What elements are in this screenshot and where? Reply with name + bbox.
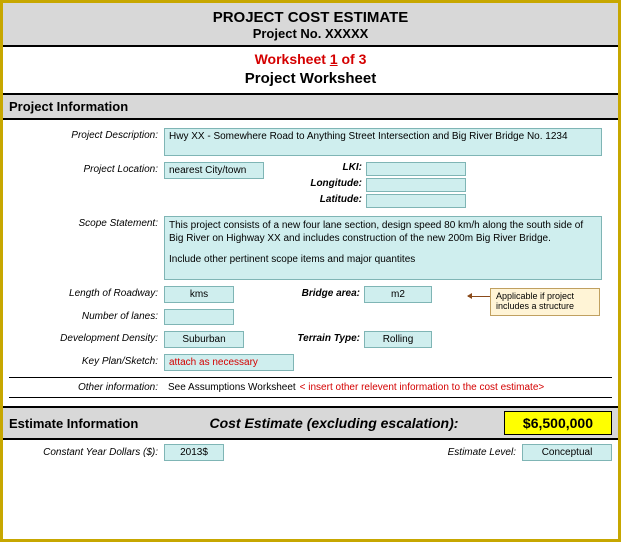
label-number-lanes: Number of lanes:	[9, 309, 164, 322]
field-number-lanes[interactable]	[164, 309, 234, 325]
section-project-information: Project Information	[3, 93, 618, 120]
label-project-location: Project Location:	[9, 162, 164, 175]
field-project-description[interactable]: Hwy XX - Somewhere Road to Anything Stre…	[164, 128, 602, 156]
field-bridge-area[interactable]: m2	[364, 286, 432, 303]
project-number: Project No. XXXXX	[3, 26, 618, 41]
label-bridge-area: Bridge area:	[274, 286, 364, 299]
field-longitude[interactable]	[366, 178, 466, 192]
label-length-roadway: Length of Roadway:	[9, 286, 164, 299]
label-estimate-level: Estimate Level:	[448, 447, 522, 458]
subtitle: Project Worksheet	[3, 68, 618, 93]
field-terrain-type[interactable]: Rolling	[364, 331, 432, 348]
label-longitude: Longitude:	[294, 178, 366, 192]
label-dev-density: Development Density:	[9, 331, 164, 344]
field-lki[interactable]	[366, 162, 466, 176]
header: PROJECT COST ESTIMATE Project No. XXXXX	[3, 3, 618, 47]
label-key-plan: Key Plan/Sketch:	[9, 354, 164, 367]
field-constant-year[interactable]: 2013$	[164, 444, 224, 461]
field-latitude[interactable]	[366, 194, 466, 208]
field-scope-statement[interactable]: This project consists of a new four lane…	[164, 216, 602, 280]
field-length-roadway[interactable]: kms	[164, 286, 234, 303]
field-other-info[interactable]: See Assumptions Worksheet < insert other…	[164, 380, 548, 395]
label-lki: LKI:	[294, 162, 366, 176]
bottom-row: Constant Year Dollars ($): 2013$ Estimat…	[3, 440, 618, 465]
field-cost-estimate-amount: $6,500,000	[504, 411, 612, 435]
label-latitude: Latitude:	[294, 194, 366, 208]
label-constant-year: Constant Year Dollars ($):	[9, 447, 164, 458]
label-cost-estimate: Cost Estimate (excluding escalation):	[164, 415, 504, 431]
worksheet-indicator: Worksheet 1 of 3	[3, 47, 618, 68]
callout-arrow-icon	[468, 296, 490, 297]
label-other-info: Other information:	[9, 380, 164, 393]
main-title: PROJECT COST ESTIMATE	[3, 9, 618, 26]
field-project-location[interactable]: nearest City/town	[164, 162, 264, 179]
label-estimate-info: Estimate Information	[9, 416, 164, 431]
section-estimate-information: Estimate Information Cost Estimate (excl…	[3, 406, 618, 440]
field-estimate-level[interactable]: Conceptual	[522, 444, 612, 461]
field-key-plan[interactable]: attach as necessary	[164, 354, 294, 371]
label-terrain-type: Terrain Type:	[274, 331, 364, 344]
field-dev-density[interactable]: Suburban	[164, 331, 244, 348]
project-info-content: Project Description: Hwy XX - Somewhere …	[3, 120, 618, 398]
label-project-description: Project Description:	[9, 128, 164, 141]
label-scope-statement: Scope Statement:	[9, 216, 164, 229]
worksheet-outer: PROJECT COST ESTIMATE Project No. XXXXX …	[0, 0, 621, 542]
